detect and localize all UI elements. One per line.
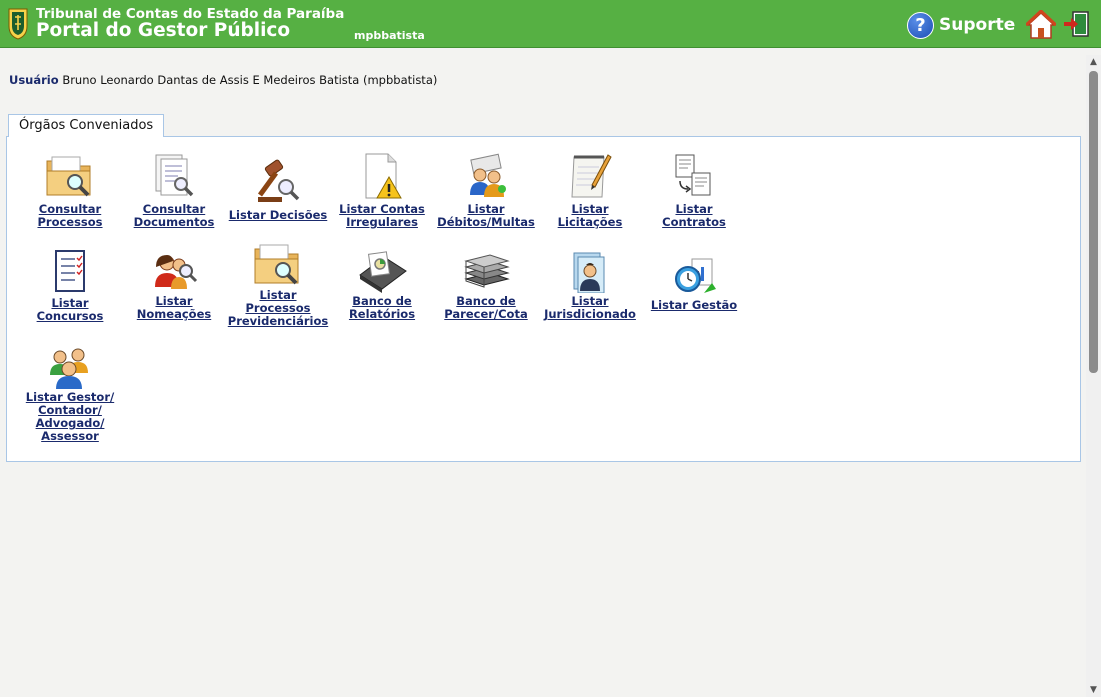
menu-item-label: Banco de Relatórios: [348, 294, 416, 321]
menu-item-listar-gestao[interactable]: Listar Gestão: [642, 255, 746, 312]
menu-item-listar-nomeacoes[interactable]: Listar Nomeações: [122, 249, 226, 321]
menu-item-listar-jurisdicionado[interactable]: Listar Jurisdicionado: [538, 249, 642, 321]
menu-item-listar-licitacoes[interactable]: Listar Licitações: [538, 151, 642, 229]
menu-item-listar-concursos[interactable]: Listar Concursos: [18, 249, 122, 323]
users-money-icon: [470, 153, 506, 197]
menu-item-listar-debitos-multas[interactable]: Listar Débitos/Multas: [434, 151, 538, 229]
menu-item-label: Listar Débitos/Multas: [437, 202, 535, 229]
support-button[interactable]: ? Suporte: [907, 11, 1015, 39]
documents-transfer-icon: [675, 154, 711, 196]
header-bar: Tribunal de Contas do Estado da Paraíba …: [0, 0, 1101, 48]
folder-search-icon: [46, 156, 91, 197]
document-warning-icon: [365, 153, 402, 199]
menu-item-label: Listar Gestor/ Contador/ Advogado/ Asses…: [25, 390, 115, 443]
menu-item-consultar-processos[interactable]: Consultar Processos: [18, 151, 122, 229]
page-scrollbar[interactable]: ▲ ▼: [1086, 55, 1101, 697]
scroll-thumb[interactable]: [1089, 71, 1098, 373]
menu-item-label: Listar Decisões: [228, 208, 328, 222]
user-label: Usuário: [9, 73, 59, 87]
menu-item-banco-de-parecer-cota[interactable]: Banco de Parecer/Cota: [434, 249, 538, 321]
gavel-icon: [257, 159, 300, 202]
scroll-down-arrow-icon[interactable]: ▼: [1086, 683, 1101, 697]
user-value: Bruno Leonardo Dantas de Assis E Medeiro…: [62, 73, 438, 87]
menu-item-label: Listar Processos Previdenciários: [227, 288, 329, 328]
users-search-icon: [155, 255, 198, 289]
document-search-icon: [155, 154, 194, 197]
menu-item-banco-de-relatorios[interactable]: Banco de Relatórios: [330, 249, 434, 321]
user-info: Usuário Bruno Leonardo Dantas de Assis E…: [9, 73, 437, 87]
menu-item-label: Consultar Documentos: [133, 202, 215, 229]
tab-orgaos-conveniados[interactable]: Órgãos Conveniados: [8, 114, 165, 137]
coat-of-arms-icon: [8, 8, 28, 40]
menu-item-label: Banco de Parecer/Cota: [444, 294, 528, 321]
menu-item-label: Consultar Processos: [37, 202, 103, 229]
menu-item-label: Listar Contas Irregulares: [339, 202, 425, 229]
support-label: Suporte: [939, 15, 1016, 35]
menu-item-listar-gestor-contador-advogado-assessor[interactable]: Listar Gestor/ Contador/ Advogado/ Asses…: [18, 343, 122, 443]
report-tray-icon: [359, 251, 407, 293]
menu-item-label: Listar Concursos: [36, 296, 104, 323]
menu-item-label: Listar Jurisdicionado: [544, 294, 636, 321]
users-group-icon: [50, 348, 88, 389]
menu-item-listar-contratos[interactable]: Listar Contratos: [642, 151, 746, 229]
logout-icon[interactable]: [1062, 10, 1090, 38]
menu-item-listar-decisoes[interactable]: Listar Decisões: [226, 157, 330, 222]
help-icon: ?: [907, 11, 934, 39]
menu-item-listar-processos-previdenciarios[interactable]: Listar Processos Previdenciários: [226, 241, 330, 328]
menu-item-listar-contas-irregulares[interactable]: Listar Contas Irregulares: [330, 151, 434, 229]
home-icon[interactable]: [1026, 10, 1056, 40]
menu-item-consultar-documentos[interactable]: Consultar Documentos: [122, 151, 226, 229]
menu-item-label: Listar Contratos: [662, 202, 726, 229]
user-folder-icon: [573, 252, 605, 293]
portal-title: Portal do Gestor Público: [36, 20, 291, 41]
menu-item-label: Listar Nomeações: [136, 294, 212, 321]
scroll-up-arrow-icon[interactable]: ▲: [1086, 55, 1101, 69]
menu-item-label: Listar Gestão: [650, 298, 738, 312]
folder-search-icon: [254, 244, 299, 285]
checklist-icon: [55, 250, 85, 292]
header-username: mpbbatista: [354, 29, 425, 42]
notepad-pencil-icon: [571, 154, 612, 198]
chart-clock-icon: [675, 258, 716, 293]
menu-item-label: Listar Licitações: [557, 202, 623, 229]
books-stack-icon: [464, 254, 510, 288]
menu-panel: Consultar Processos Consultar Documentos…: [6, 136, 1081, 462]
